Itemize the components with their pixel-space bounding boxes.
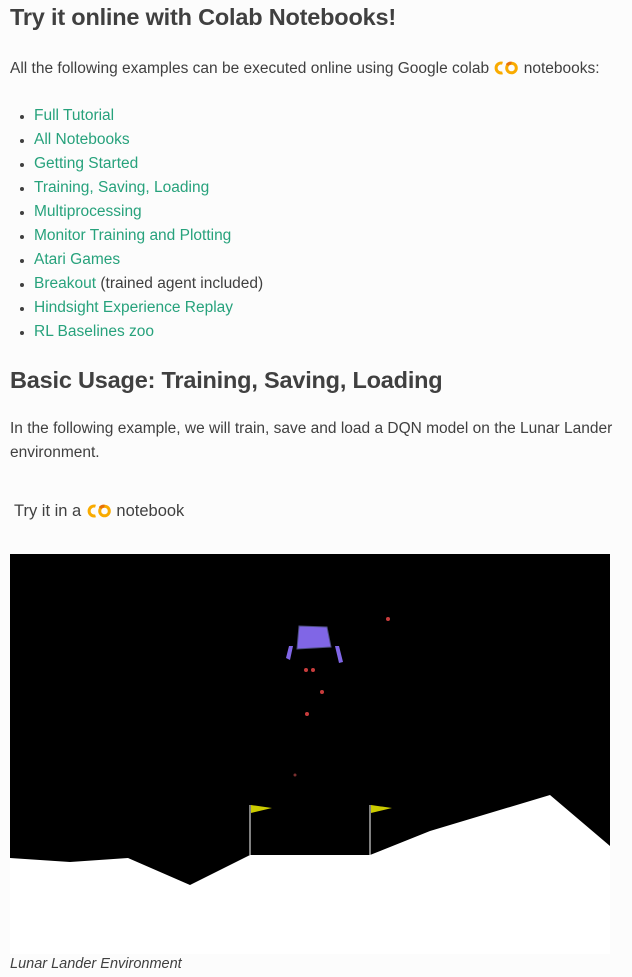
list-item: Hindsight Experience Replay xyxy=(34,296,263,320)
list-item: Getting Started xyxy=(34,152,263,176)
link-monitor-training[interactable]: Monitor Training and Plotting xyxy=(34,227,231,244)
link-rl-baselines-zoo[interactable]: RL Baselines zoo xyxy=(34,323,154,340)
intro-text-before: All the following examples can be execut… xyxy=(10,60,490,77)
link-all-notebooks[interactable]: All Notebooks xyxy=(34,131,130,148)
colab-logo-icon[interactable] xyxy=(86,504,112,518)
link-getting-started[interactable]: Getting Started xyxy=(34,155,138,172)
breakout-note: (trained agent included) xyxy=(96,275,264,292)
link-multiprocessing[interactable]: Multiprocessing xyxy=(34,203,142,220)
list-item: Atari Games xyxy=(34,248,263,272)
list-item: Monitor Training and Plotting xyxy=(34,224,263,248)
link-breakout[interactable]: Breakout xyxy=(34,275,96,292)
link-atari-games[interactable]: Atari Games xyxy=(34,251,120,268)
lunar-lander-image xyxy=(10,554,610,954)
figure-caption: Lunar Lander Environment xyxy=(10,956,182,972)
list-item: RL Baselines zoo xyxy=(34,320,263,344)
link-full-tutorial[interactable]: Full Tutorial xyxy=(34,107,114,124)
colab-logo-icon xyxy=(495,61,519,75)
list-item: Training, Saving, Loading xyxy=(34,176,263,200)
list-item: Breakout (trained agent included) xyxy=(34,272,263,296)
basic-usage-paragraph: In the following example, we will train,… xyxy=(10,420,613,461)
list-item: Multiprocessing xyxy=(34,200,263,224)
notebook-links-list: Full Tutorial All Notebooks Getting Star… xyxy=(0,104,263,344)
colab-intro-text: All the following examples can be execut… xyxy=(10,58,600,80)
link-hindsight-experience-replay[interactable]: Hindsight Experience Replay xyxy=(34,299,233,316)
list-item: All Notebooks xyxy=(34,128,263,152)
try-it-text-after: notebook xyxy=(111,502,185,520)
basic-usage-heading: Basic Usage: Training, Saving, Loading xyxy=(10,367,443,393)
try-it-link[interactable]: Try it in a notebook xyxy=(14,500,184,522)
link-training-saving-loading[interactable]: Training, Saving, Loading xyxy=(34,179,209,196)
intro-text-after: notebooks: xyxy=(519,60,600,77)
list-item: Full Tutorial xyxy=(34,104,263,128)
try-it-text-before: Try it in a xyxy=(14,502,82,520)
colab-section-heading: Try it online with Colab Notebooks! xyxy=(10,4,396,30)
